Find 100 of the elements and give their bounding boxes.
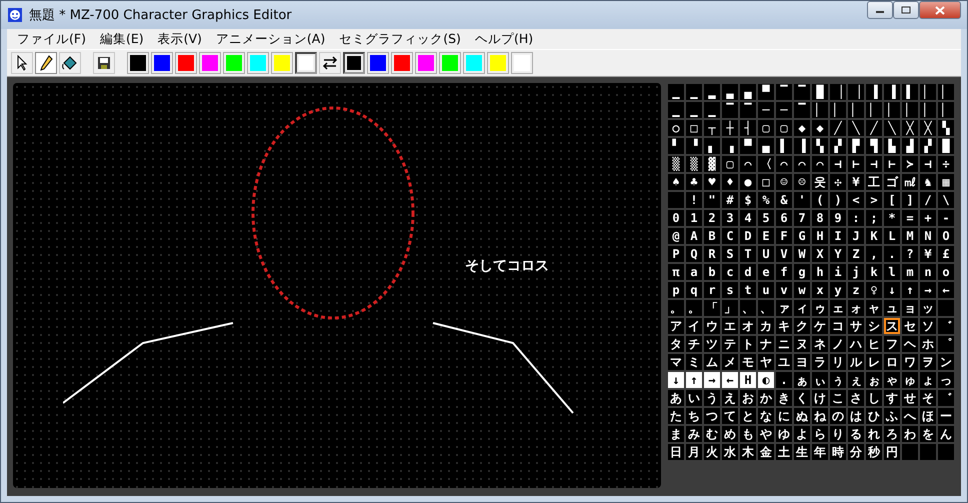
character-tile[interactable]: ワ bbox=[902, 354, 918, 370]
character-tile[interactable]: ニ bbox=[776, 336, 792, 352]
character-tile[interactable]: の bbox=[830, 408, 846, 424]
character-tile[interactable]: ▚ bbox=[938, 120, 954, 136]
character-tile[interactable]: ← bbox=[722, 372, 738, 388]
character-tile[interactable]: ◆ bbox=[812, 120, 828, 136]
character-tile[interactable]: ウ bbox=[704, 318, 720, 334]
character-tile[interactable]: ョ bbox=[902, 300, 918, 316]
character-tile[interactable]: # bbox=[722, 192, 738, 208]
character-tile[interactable]: X bbox=[812, 246, 828, 262]
character-tile[interactable]: ぬ bbox=[794, 408, 810, 424]
character-tile[interactable]: フ bbox=[884, 336, 900, 352]
character-tile[interactable]: > bbox=[866, 192, 882, 208]
character-tile[interactable]: 金 bbox=[758, 444, 774, 460]
character-tile[interactable]: め bbox=[722, 426, 738, 442]
character-tile[interactable]: 月 bbox=[686, 444, 702, 460]
character-tile[interactable]: ら bbox=[812, 426, 828, 442]
character-tile[interactable]: t bbox=[740, 282, 756, 298]
character-tile[interactable]: 8 bbox=[812, 210, 828, 226]
character-tile[interactable]: ▒ bbox=[668, 156, 684, 172]
character-tile[interactable]: ▌ bbox=[776, 138, 792, 154]
character-tile[interactable]: ○ bbox=[668, 120, 684, 136]
character-tile[interactable]: ▔ bbox=[794, 102, 810, 118]
character-tile[interactable]: か bbox=[758, 390, 774, 406]
character-tile[interactable]: u bbox=[758, 282, 774, 298]
character-tile[interactable]: 、 bbox=[740, 300, 756, 316]
character-tile[interactable]: よ bbox=[794, 426, 810, 442]
character-tile[interactable]: ▄ bbox=[740, 84, 756, 100]
character-tile[interactable]: 2 bbox=[704, 210, 720, 226]
character-tile[interactable]: ユ bbox=[776, 354, 792, 370]
character-tile[interactable]: ひ bbox=[866, 408, 882, 424]
character-tile[interactable]: v bbox=[776, 282, 792, 298]
character-tile[interactable]: モ bbox=[740, 354, 756, 370]
character-tile[interactable]: ▜ bbox=[866, 138, 882, 154]
character-tile[interactable]: ャ bbox=[866, 300, 882, 316]
character-tile[interactable]: \ bbox=[938, 192, 954, 208]
character-tile[interactable]: ま bbox=[668, 426, 684, 442]
character-tile[interactable]: を bbox=[920, 426, 936, 442]
character-tile[interactable]: Y bbox=[830, 246, 846, 262]
menu-item[interactable]: 表示(V) bbox=[152, 30, 208, 48]
character-tile[interactable]: - bbox=[938, 210, 954, 226]
character-tile[interactable]: え bbox=[722, 390, 738, 406]
character-tile[interactable]: ふ bbox=[884, 408, 900, 424]
character-tile[interactable]: S bbox=[722, 246, 738, 262]
character-tile[interactable]: ♞ bbox=[920, 174, 936, 190]
character-tile[interactable]: 웃 bbox=[812, 174, 828, 190]
character-tile[interactable]: ¥ bbox=[920, 246, 936, 262]
character-tile[interactable]: ゅ bbox=[902, 372, 918, 388]
character-tile[interactable]: ホ bbox=[920, 336, 936, 352]
character-tile[interactable]: ち bbox=[686, 408, 702, 424]
character-tile[interactable]: o bbox=[938, 264, 954, 280]
character-tile[interactable]: / bbox=[920, 192, 936, 208]
character-tile[interactable]: K bbox=[866, 228, 882, 244]
character-tile[interactable]: ▃ bbox=[722, 84, 738, 100]
character-tile[interactable]: ヘ bbox=[902, 336, 918, 352]
foreground-color-swatch[interactable] bbox=[295, 52, 317, 74]
character-tile[interactable]: ♣ bbox=[686, 174, 702, 190]
character-tile[interactable]: ぁ bbox=[794, 372, 810, 388]
close-button[interactable] bbox=[919, 1, 961, 19]
character-tile[interactable]: せ bbox=[902, 390, 918, 406]
character-tile[interactable]: 年 bbox=[812, 444, 828, 460]
character-tile[interactable]: 日 bbox=[668, 444, 684, 460]
foreground-color-swatch[interactable] bbox=[271, 52, 293, 74]
background-color-swatch[interactable] bbox=[343, 52, 365, 74]
maximize-button[interactable] bbox=[893, 1, 919, 19]
character-tile[interactable]: 円 bbox=[884, 444, 900, 460]
character-tile[interactable]: ュ bbox=[884, 300, 900, 316]
character-tile[interactable]: D bbox=[740, 228, 756, 244]
character-tile[interactable]: ▞ bbox=[830, 138, 846, 154]
character-tile[interactable]: g bbox=[794, 264, 810, 280]
character-tile[interactable]: ル bbox=[848, 354, 864, 370]
character-tile[interactable]: 木 bbox=[740, 444, 756, 460]
character-tile[interactable]: ╱ bbox=[830, 120, 846, 136]
character-tile[interactable]: ミ bbox=[686, 354, 702, 370]
character-tile[interactable]: . bbox=[776, 372, 792, 388]
character-tile[interactable]: 火 bbox=[704, 444, 720, 460]
character-tile[interactable]: へ bbox=[902, 408, 918, 424]
character-tile[interactable]: j bbox=[848, 264, 864, 280]
character-tile[interactable]: ▒ bbox=[686, 156, 702, 172]
character-tile[interactable]: ぇ bbox=[848, 372, 864, 388]
character-tile[interactable]: 7 bbox=[794, 210, 810, 226]
character-tile[interactable]: ▐ bbox=[866, 84, 882, 100]
character-tile[interactable]: W bbox=[794, 246, 810, 262]
character-tile[interactable]: → bbox=[920, 282, 936, 298]
character-tile[interactable]: ♦ bbox=[722, 174, 738, 190]
character-tile[interactable]: シ bbox=[866, 318, 882, 334]
character-tile[interactable]: ╲ bbox=[848, 120, 864, 136]
character-tile[interactable]: c bbox=[722, 264, 738, 280]
character-tile[interactable]: ッ bbox=[920, 300, 936, 316]
character-tile[interactable]: き bbox=[776, 390, 792, 406]
foreground-color-swatch[interactable] bbox=[175, 52, 197, 74]
character-tile[interactable]: A bbox=[686, 228, 702, 244]
character-tile[interactable]: £ bbox=[938, 246, 954, 262]
character-tile[interactable]: コ bbox=[830, 318, 846, 334]
character-tile[interactable]: ろ bbox=[884, 426, 900, 442]
character-tile[interactable]: O bbox=[938, 228, 954, 244]
character-tile[interactable]: ォ bbox=[848, 300, 864, 316]
character-tile[interactable]: ▛ bbox=[848, 138, 864, 154]
character-tile[interactable]: と bbox=[740, 408, 756, 424]
character-tile[interactable]: n bbox=[920, 264, 936, 280]
